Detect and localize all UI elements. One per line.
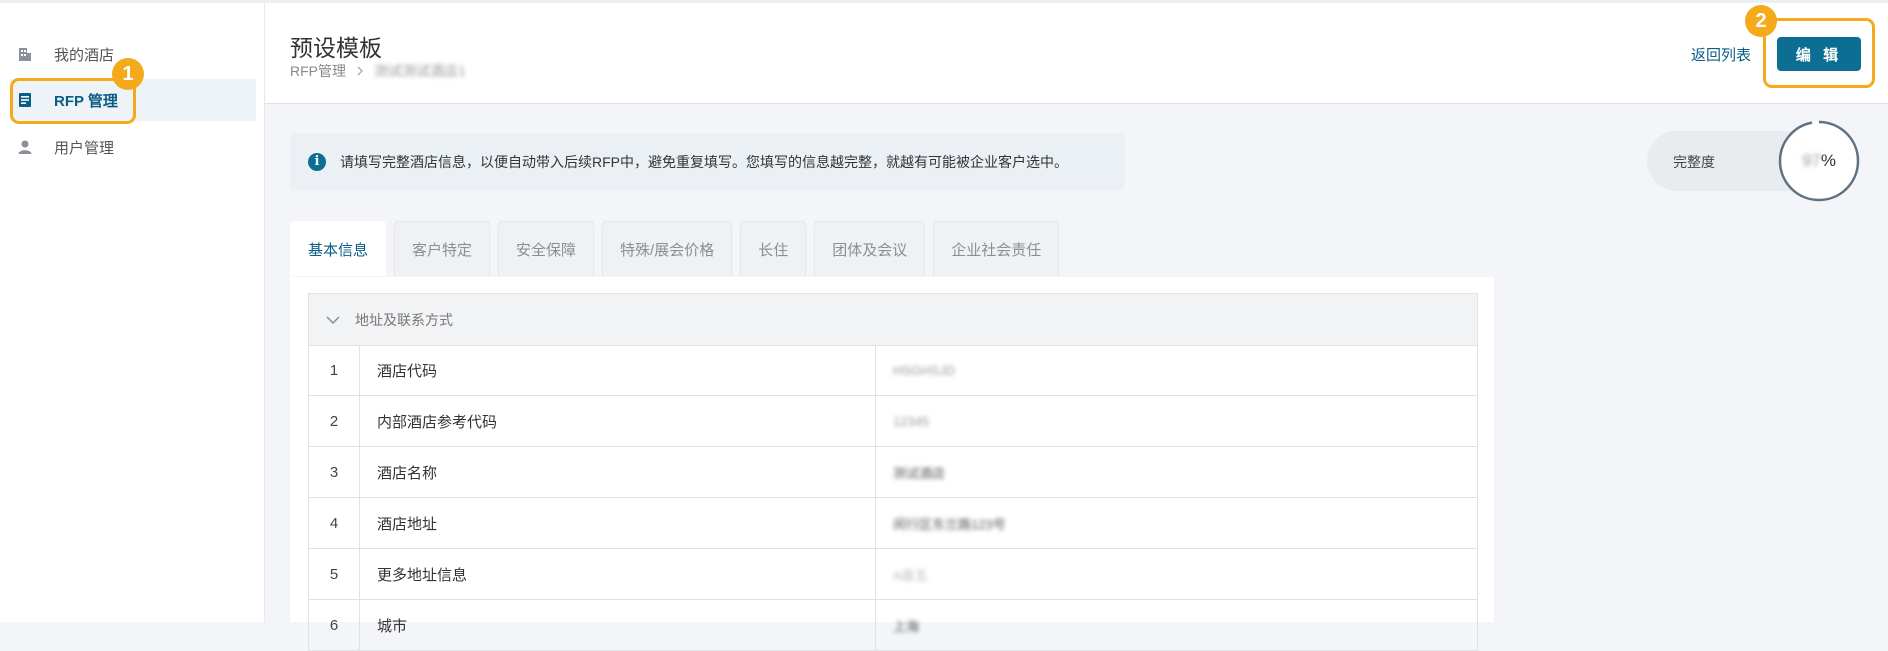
tab-security[interactable]: 安全保障	[498, 221, 595, 276]
tab-groups-meetings[interactable]: 团体及会议	[814, 221, 926, 276]
tab-long-stay[interactable]: 长住	[740, 221, 807, 276]
info-notice: i 请填写完整酒店信息，以便自动带入后续RFP中，避免重复填写。您填写的信息越完…	[290, 133, 1125, 190]
section-header-address[interactable]: 地址及联系方式	[308, 293, 1478, 346]
row-index: 4	[309, 498, 360, 548]
row-field-name: 内部酒店参考代码	[360, 396, 876, 446]
tab-basic-info[interactable]: 基本信息	[290, 221, 387, 276]
row-index: 1	[309, 345, 360, 395]
sidebar-item-label: 我的酒店	[54, 46, 115, 64]
content-panel: 地址及联系方式 1 酒店代码 HSGHSJD 2 内部酒店参考代码 12345 …	[290, 277, 1494, 651]
completeness-indicator: 完整度 97%	[1647, 120, 1860, 202]
user-icon	[16, 138, 34, 156]
row-index: 2	[309, 396, 360, 446]
breadcrumb: RFP管理 测试测试酒店1	[290, 61, 466, 81]
info-table: 1 酒店代码 HSGHSJD 2 内部酒店参考代码 12345 3 酒店名称 测…	[308, 345, 1478, 651]
row-index: 6	[309, 600, 360, 650]
row-index: 5	[309, 549, 360, 599]
row-field-value: A座五	[893, 567, 928, 583]
chevron-right-icon	[356, 63, 364, 79]
completeness-label: 完整度	[1673, 154, 1715, 170]
row-index: 3	[309, 447, 360, 497]
page-header: 预设模板 RFP管理 测试测试酒店1 返回列表 编 辑	[265, 3, 1888, 104]
row-field-value: 上海	[893, 618, 920, 634]
table-row: 3 酒店名称 测试酒店	[308, 447, 1478, 498]
completeness-value: 97%	[1801, 151, 1837, 170]
row-field-name: 更多地址信息	[360, 549, 876, 599]
breadcrumb-current: 测试测试酒店1	[374, 63, 466, 79]
table-row: 5 更多地址信息 A座五	[308, 549, 1478, 600]
breadcrumb-root[interactable]: RFP管理	[290, 61, 346, 81]
callout-badge-2: 2	[1745, 5, 1777, 37]
tab-client-specific[interactable]: 客户特定	[394, 221, 491, 276]
row-field-value: 12345	[893, 413, 930, 429]
callout-highlight-2	[1763, 18, 1875, 88]
tab-csr[interactable]: 企业社会责任	[933, 221, 1060, 276]
tab-bar: 基本信息 客户特定 安全保障 特殊/展会价格 长住 团体及会议 企业社会责任	[290, 221, 1067, 277]
row-field-name: 酒店名称	[360, 447, 876, 497]
table-row: 4 酒店地址 闵行区东兰路123号	[308, 498, 1478, 549]
row-field-value: HSGHSJD	[893, 362, 956, 378]
info-icon: i	[308, 152, 326, 171]
row-field-name: 酒店地址	[360, 498, 876, 548]
info-text: 请填写完整酒店信息，以便自动带入后续RFP中，避免重复填写。您填写的信息越完整，…	[340, 153, 1068, 170]
sidebar-item-users[interactable]: 用户管理	[10, 126, 256, 168]
section-title: 地址及联系方式	[355, 311, 453, 328]
chevron-down-icon	[325, 312, 341, 328]
callout-badge-1: 1	[112, 58, 144, 90]
table-row: 1 酒店代码 HSGHSJD	[308, 345, 1478, 396]
row-field-value: 测试酒店	[893, 465, 946, 481]
table-row: 2 内部酒店参考代码 12345	[308, 396, 1478, 447]
row-field-name: 城市	[360, 600, 876, 650]
row-field-name: 酒店代码	[360, 345, 876, 395]
back-to-list-link[interactable]: 返回列表	[1691, 44, 1751, 65]
tab-special-pricing[interactable]: 特殊/展会价格	[602, 221, 733, 276]
row-field-value: 闵行区东兰路123号	[893, 516, 1006, 532]
building-icon	[16, 45, 34, 63]
table-row: 6 城市 上海	[308, 600, 1478, 651]
sidebar-item-label: 用户管理	[54, 139, 115, 157]
page-title: 预设模板	[290, 35, 382, 61]
